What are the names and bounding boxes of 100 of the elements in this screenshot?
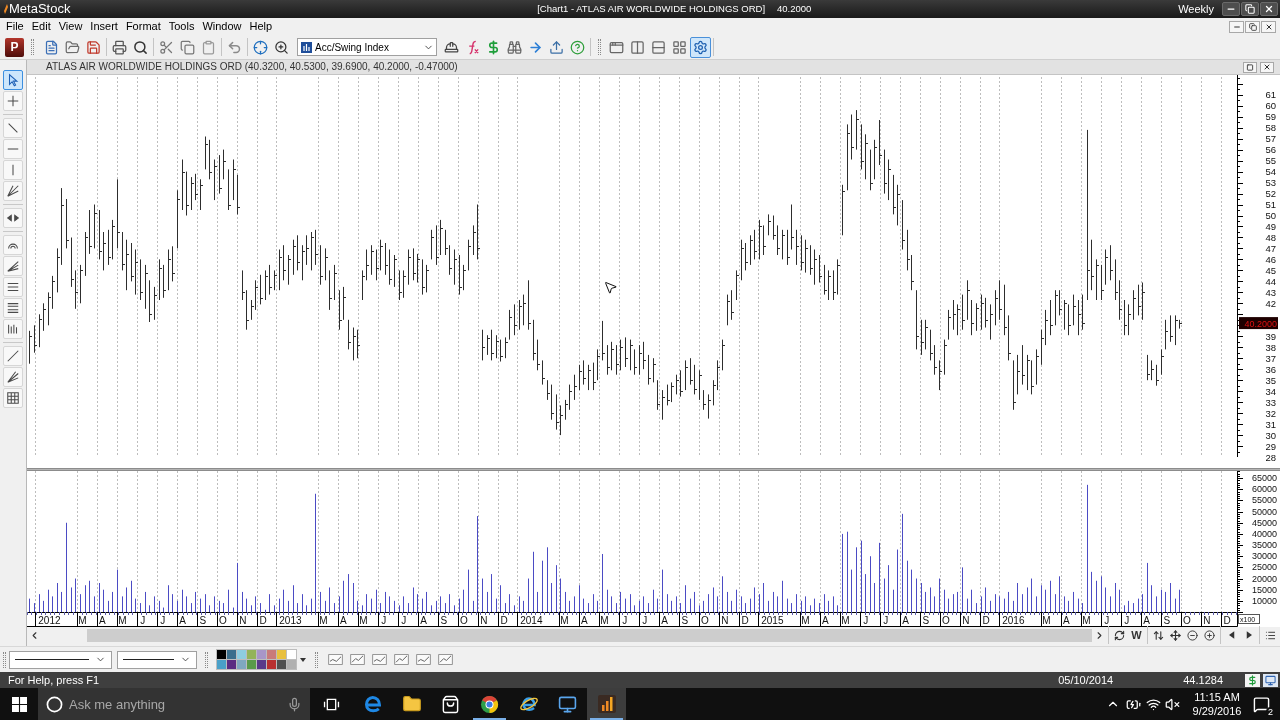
right-triangle-icon <box>1245 631 1252 639</box>
menu-item[interactable]: Window <box>198 18 246 35</box>
minimize-button[interactable] <box>1229 20 1244 33</box>
chart-layout-button[interactable] <box>437 651 454 668</box>
menu-item[interactable]: File <box>2 18 28 35</box>
chart-layout-button[interactable] <box>393 651 410 668</box>
shopping-bag-icon <box>441 694 460 714</box>
line-style-select[interactable] <box>117 650 197 669</box>
menu-item[interactable]: Edit <box>27 18 55 35</box>
axis-label: 2012 <box>38 615 61 626</box>
chart-layout-button[interactable] <box>327 651 344 668</box>
drawing-tool-button[interactable] <box>3 70 23 90</box>
axis-label: 33 <box>1265 396 1276 408</box>
menu-item[interactable]: Tools <box>164 18 199 35</box>
close-button[interactable] <box>1260 2 1278 16</box>
menu-item[interactable]: View <box>54 18 87 35</box>
axis-label: 35000 <box>1251 540 1277 551</box>
pan-button[interactable] <box>1167 627 1184 643</box>
axis-label: 42 <box>1265 297 1276 309</box>
wifi-icon[interactable] <box>1146 696 1161 712</box>
chart-layout-button[interactable] <box>371 651 388 668</box>
zoom-out-icon <box>1187 629 1198 641</box>
left-right-arrows-icon <box>6 211 20 225</box>
color-swatch[interactable] <box>257 650 266 659</box>
color-swatch[interactable] <box>257 660 266 669</box>
monitor-icon <box>558 694 577 714</box>
periodicity-button[interactable]: W <box>1128 627 1145 643</box>
restore-button[interactable] <box>1245 20 1260 33</box>
color-swatch[interactable] <box>227 660 236 669</box>
menu-item[interactable]: Help <box>245 18 277 35</box>
axis-label: D <box>259 615 267 626</box>
clock-date: 9/29/2016 <box>1192 704 1242 718</box>
search-field[interactable]: Ask me anything <box>69 694 269 714</box>
color-swatch[interactable] <box>287 660 296 669</box>
gear-icon <box>693 39 708 55</box>
menu-item[interactable]: Insert <box>86 18 122 35</box>
color-swatch[interactable] <box>217 650 226 659</box>
crosshair-icon <box>6 94 20 108</box>
color-swatch[interactable] <box>247 660 256 669</box>
axis-label: 36 <box>1265 363 1276 375</box>
axis-label: 57 <box>1265 133 1276 145</box>
solid-line-icon <box>123 659 174 660</box>
search-box[interactable]: Ask me anything <box>38 688 310 720</box>
color-swatch[interactable] <box>287 650 296 659</box>
menu-item[interactable]: Format <box>121 18 165 35</box>
bars-icon <box>6 322 20 336</box>
zoom-in-button[interactable] <box>1201 627 1218 643</box>
zoom-out-button[interactable] <box>1184 627 1201 643</box>
layout-button[interactable] <box>690 36 711 58</box>
notification-count: 2 <box>1266 706 1275 717</box>
axis-label: 31 <box>1265 418 1276 430</box>
p-button[interactable]: P <box>5 37 24 57</box>
axis-label: 59 <box>1265 111 1276 123</box>
grid-icon <box>672 39 687 55</box>
close-button[interactable] <box>1260 61 1274 73</box>
axis-label: O <box>942 615 950 626</box>
pointer-icon <box>6 73 20 87</box>
scrollbar-thumb[interactable] <box>87 628 1092 642</box>
axis-label: J <box>1124 615 1130 626</box>
browser-icon <box>518 694 539 714</box>
status-help-text: For Help, press F1 <box>8 673 100 688</box>
chart-layout-button[interactable] <box>415 651 432 668</box>
color-swatch[interactable] <box>237 650 246 659</box>
diagonal-line-icon <box>6 121 20 135</box>
color-swatch[interactable] <box>227 650 236 659</box>
color-swatch[interactable] <box>277 660 286 669</box>
restore-button[interactable] <box>1241 2 1259 16</box>
axis-label: S <box>199 615 207 626</box>
window-title: [Chart1 - ATLAS AIR WORLDWIDE HOLDINGS ORD] <box>537 2 766 16</box>
indicator-select[interactable]: Acc/Swing Index <box>297 38 437 56</box>
clipboard-icon <box>201 39 216 55</box>
axis-label: 30 <box>1265 429 1276 441</box>
axis-label: D <box>982 615 990 626</box>
color-swatch[interactable] <box>247 650 256 659</box>
color-swatch[interactable] <box>267 650 276 659</box>
axis-label: 56 <box>1265 144 1276 156</box>
color-swatch[interactable] <box>277 650 286 659</box>
axis-label: D <box>500 615 508 626</box>
color-swatch[interactable] <box>267 660 276 669</box>
grid-icon <box>6 391 20 405</box>
zoom-in-icon <box>274 39 289 55</box>
microphone-icon[interactable] <box>287 696 302 712</box>
color-swatch[interactable] <box>237 660 246 669</box>
color-swatch[interactable] <box>217 660 226 669</box>
minimize-button[interactable] <box>1222 2 1240 16</box>
chart-layout-button[interactable] <box>349 651 366 668</box>
axis-label: O <box>219 615 227 626</box>
axis-label: A <box>340 615 347 626</box>
axis-label: A <box>581 615 588 626</box>
notification-icon[interactable] <box>1253 695 1270 713</box>
taskbar-app-button[interactable] <box>587 688 626 720</box>
close-button[interactable] <box>1261 20 1276 33</box>
close-icon <box>1264 22 1273 31</box>
muted-speaker-icon[interactable] <box>1165 696 1180 712</box>
axis-label: 45 <box>1265 264 1276 276</box>
maximize-button[interactable] <box>1243 61 1257 73</box>
axis-label: 45000 <box>1251 517 1277 528</box>
line-style-select[interactable] <box>9 650 112 669</box>
left-triangle-icon <box>1228 631 1235 639</box>
axis-label: 65000 <box>1251 473 1277 484</box>
